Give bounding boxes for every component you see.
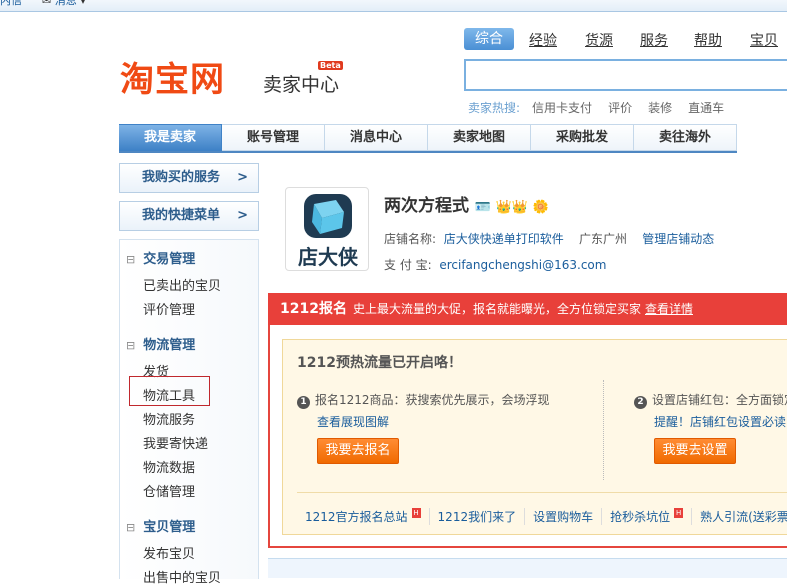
promo-links: 1212官方报名总站 H 1212我们来了 设置购物车 抢秒杀坑位 H 熟人引流(送…: [305, 508, 787, 525]
menu-item[interactable]: 已卖出的宝贝: [143, 275, 221, 294]
search-input[interactable]: [464, 59, 787, 91]
link-text: 抢秒杀坑位: [610, 510, 671, 524]
menu-item[interactable]: 出售中的宝贝: [143, 567, 221, 586]
hot-badge-icon: H: [674, 508, 684, 518]
arrow-icon: >: [237, 170, 248, 185]
step-number-icon: 1: [297, 396, 310, 409]
hot-link[interactable]: 直通车: [688, 101, 724, 115]
collapse-icon[interactable]: ⊟: [126, 253, 135, 266]
sidebar-menu: ⊟ 交易管理 已卖出的宝贝 评价管理 ⊟ 物流管理 发货 物流工具 物流服务 我要寄…: [119, 239, 259, 586]
search-tab-supply[interactable]: 货源: [585, 30, 613, 50]
menu-item[interactable]: 发布宝贝: [143, 543, 195, 562]
view-details-link[interactable]: 查看详情: [645, 302, 693, 316]
section-title: 宝贝管理: [143, 520, 196, 535]
view-diagram-link[interactable]: 查看展现图解: [317, 413, 389, 430]
nav-overseas[interactable]: 卖往海外: [634, 124, 737, 151]
setup-button[interactable]: 我要去设置: [654, 438, 736, 464]
divider: [297, 492, 787, 493]
taobao-logo[interactable]: 淘宝网: [120, 52, 225, 101]
hot-searches: 卖家热搜: 信用卡支付 评价 装修 直通车: [468, 99, 740, 116]
red-packet-guide-link[interactable]: 提醒！店铺红包设置必读: [654, 413, 786, 430]
promo-title: 1212预热流量已开启咯！: [297, 355, 462, 371]
promo-link[interactable]: 1212官方报名总站 H: [305, 508, 430, 525]
banner-title: 1212报名: [280, 301, 347, 317]
promo-link[interactable]: 抢秒杀坑位 H: [602, 508, 693, 525]
collapse-icon[interactable]: ⊟: [126, 339, 135, 352]
step-text: 报名1212商品：获搜索优先展示，会场浮现: [315, 393, 550, 407]
nav-wholesale[interactable]: 采购批发: [531, 124, 634, 151]
nav-seller-map[interactable]: 卖家地图: [428, 124, 531, 151]
search-tab-item[interactable]: 宝贝: [750, 30, 778, 50]
step-1: 1 报名1212商品：获搜索优先展示，会场浮现: [297, 391, 550, 409]
purchased-services-button[interactable]: 我购买的服务 >: [119, 163, 259, 193]
menu-item[interactable]: 物流数据: [143, 457, 195, 476]
hot-link[interactable]: 信用卡支付: [532, 101, 592, 115]
alipay-row: 支 付 宝: ercifangchengshi@163.com: [384, 256, 606, 273]
shop-avatar[interactable]: 店大侠: [285, 187, 369, 271]
hot-link[interactable]: 评价: [608, 101, 632, 115]
link-text: 1212官方报名总站: [305, 510, 408, 524]
nav-account[interactable]: 账号管理: [222, 124, 325, 151]
divider: [603, 380, 604, 480]
step-2: 2 设置店铺红包：全方面锁定: [634, 391, 787, 409]
alipay-account: ercifangchengshi@163.com: [439, 258, 607, 272]
register-button[interactable]: 我要去报名: [317, 438, 399, 464]
box-logo-icon: 店大侠: [298, 194, 359, 269]
nav-messages[interactable]: 消息中心: [325, 124, 428, 151]
main-nav: 我是卖家 账号管理 消息中心 卖家地图 采购批发 卖往海外: [119, 124, 737, 153]
hot-label: 卖家热搜:: [468, 101, 521, 115]
highlight-box: [129, 376, 210, 406]
alipay-label: 支 付 宝:: [384, 258, 432, 272]
seller-name: 两次方程式 🪪 👑👑 🌼: [384, 191, 549, 216]
banner-desc: 史上最大流量的大促，报名就能曝光，全方位锁定买家: [352, 302, 641, 316]
menu-item[interactable]: 我要寄快递: [143, 433, 208, 452]
banner-header: 1212报名 史上最大流量的大促，报名就能曝光，全方位锁定买家 查看详情: [268, 293, 787, 325]
hot-badge-icon: H: [411, 508, 421, 518]
promo-link[interactable]: 熟人引流(送彩票: [692, 508, 787, 525]
step-text: 设置店铺红包：全方面锁定: [652, 393, 787, 407]
button-label: 我的快捷菜单: [142, 208, 221, 223]
manage-shop-link[interactable]: 管理店铺动态: [642, 232, 714, 246]
search-tab-experience[interactable]: 经验: [529, 30, 557, 50]
collapse-icon[interactable]: ⊟: [126, 521, 135, 534]
shop-name-link[interactable]: 店大侠快递单打印软件: [444, 232, 564, 246]
section-title: 交易管理: [143, 252, 196, 267]
section-title: 物流管理: [143, 338, 196, 353]
step-number-icon: 2: [634, 396, 647, 409]
search-tab-all[interactable]: 综合: [464, 28, 514, 50]
quick-menu-button[interactable]: 我的快捷菜单 >: [119, 201, 259, 231]
menu-item[interactable]: 评价管理: [143, 299, 195, 318]
promo-link[interactable]: 1212我们来了: [430, 508, 526, 525]
seller-center-label: 卖家中心: [263, 74, 340, 96]
location: 广东广州: [578, 232, 627, 246]
badges-icon: 🪪 👑👑 🌼: [474, 200, 549, 215]
menu-item[interactable]: 物流服务: [143, 409, 195, 428]
search-tab-help[interactable]: 帮助: [694, 30, 722, 50]
section-logistics[interactable]: ⊟ 物流管理: [126, 334, 195, 353]
next-panel: [268, 558, 787, 578]
nav-seller[interactable]: 我是卖家: [119, 124, 222, 151]
arrow-icon: >: [237, 208, 248, 223]
section-trade[interactable]: ⊟ 交易管理: [126, 248, 195, 267]
section-items[interactable]: ⊟ 宝贝管理: [126, 516, 195, 535]
shop-row: 店铺名称: 店大侠快递单打印软件 广东广州 管理店铺动态: [384, 230, 714, 247]
shop-label: 店铺名称:: [384, 232, 437, 246]
search-tab-service[interactable]: 服务: [640, 30, 668, 50]
top-bar: 内信 ✉ 消息 ▾: [0, 0, 787, 12]
messages-label: 消息: [54, 0, 77, 7]
button-label: 我购买的服务: [142, 170, 221, 185]
messages-link[interactable]: ✉ 消息 ▾: [42, 0, 86, 7]
promo-link[interactable]: 设置购物车: [525, 508, 603, 525]
hot-link[interactable]: 装修: [648, 101, 672, 115]
avatar-text: 店大侠: [298, 245, 359, 269]
menu-item[interactable]: 仓储管理: [143, 481, 195, 500]
beta-badge: Beta: [318, 61, 343, 70]
mail-link[interactable]: 内信: [0, 0, 22, 6]
seller-name-text: 两次方程式: [384, 196, 469, 216]
